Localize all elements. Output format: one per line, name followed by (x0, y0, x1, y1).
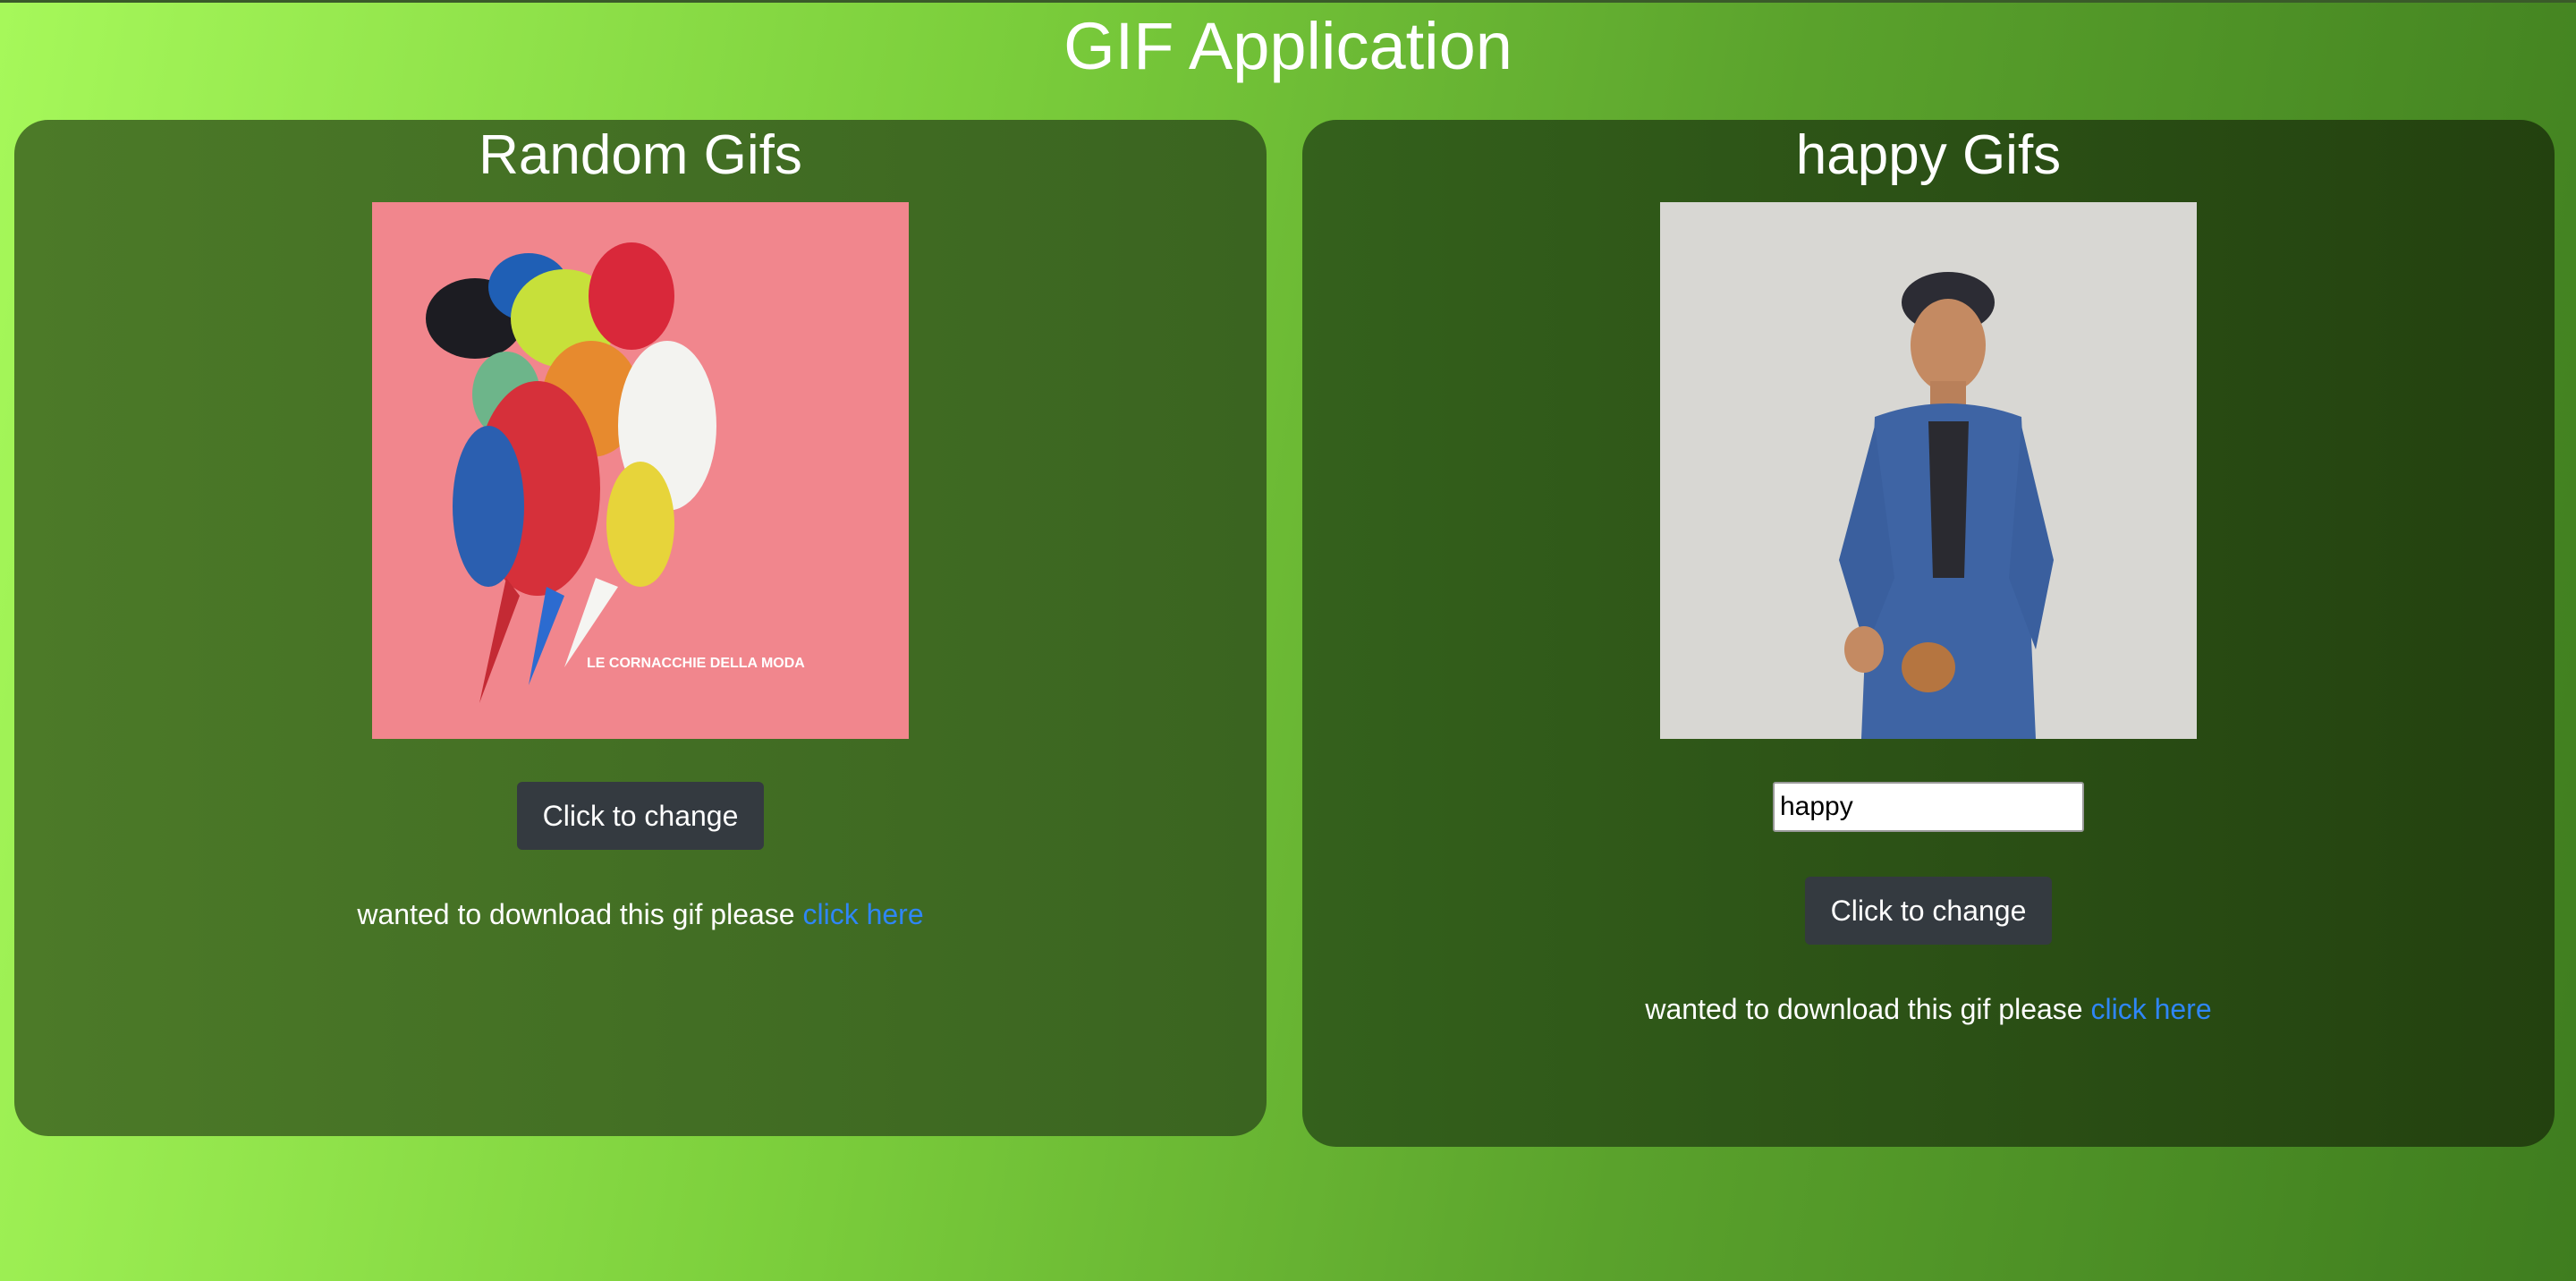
random-download-text: wanted to download this gif please (357, 898, 803, 930)
random-gif-card: Random Gifs LE CORNACCHIE DELLA MODA Cli… (14, 120, 1267, 1136)
random-change-button[interactable]: Click to change (517, 782, 764, 850)
gif-caption: LE CORNACCHIE DELLA MODA (587, 656, 805, 671)
random-download-link[interactable]: click here (802, 898, 923, 930)
tag-download-link[interactable]: click here (2090, 993, 2211, 1025)
tag-download-text: wanted to download this gif please (1645, 993, 2091, 1025)
app-title: GIF Application (1063, 9, 1513, 83)
tag-gif-image (1660, 202, 2197, 739)
tag-gif-card: happy Gifs Click to change wanted to dow… (1302, 120, 2555, 1147)
random-gif-title: Random Gifs (479, 124, 802, 186)
random-download-line: wanted to download this gif please click… (14, 895, 1267, 934)
tag-search-input[interactable] (1773, 782, 2084, 832)
tag-change-button[interactable]: Click to change (1805, 877, 2052, 945)
person-illustration (1660, 202, 2197, 739)
random-gif-image: LE CORNACCHIE DELLA MODA (372, 202, 909, 739)
tag-gif-title: happy Gifs (1795, 124, 2062, 186)
parrots-illustration: LE CORNACCHIE DELLA MODA (372, 202, 909, 739)
tag-download-line: wanted to download this gif please click… (1302, 989, 2555, 1029)
